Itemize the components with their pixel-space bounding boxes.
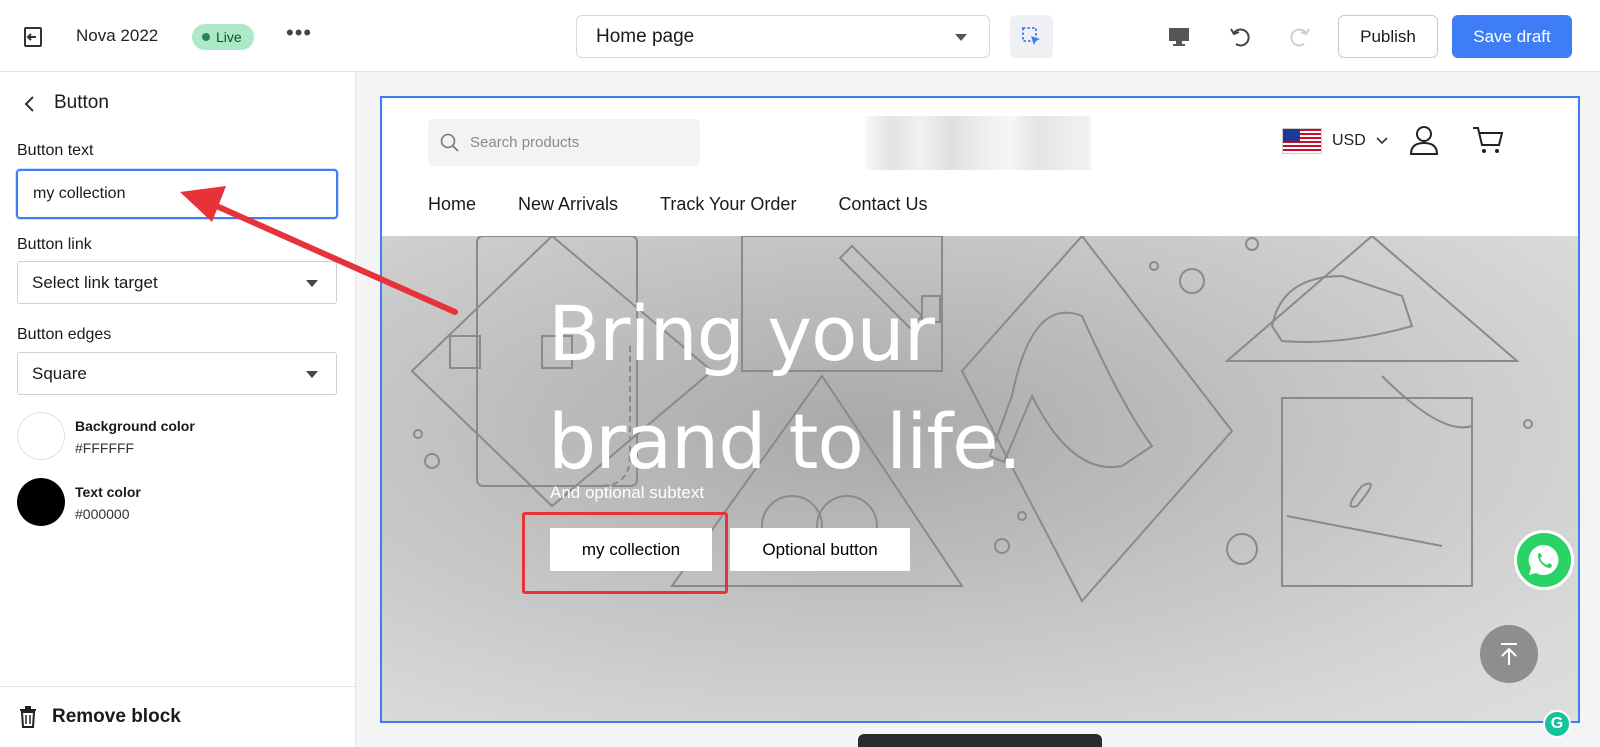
remove-block-button[interactable]: Remove block: [0, 686, 355, 747]
block-settings-sidebar: Button Button text Button link Select li…: [0, 72, 356, 747]
store-search-box[interactable]: Search products: [428, 119, 700, 166]
flag-icon: [1282, 128, 1322, 154]
currency-selector[interactable]: USD: [1282, 128, 1388, 154]
editor-topbar: Nova 2022 Live ••• Home page Publish Sav…: [0, 0, 1600, 72]
remove-block-label: Remove block: [52, 706, 181, 727]
status-dot: [202, 33, 210, 41]
theme-name: Nova 2022: [76, 26, 159, 45]
nav-track-order[interactable]: Track Your Order: [660, 194, 796, 215]
grammarly-icon[interactable]: G: [1543, 710, 1571, 738]
background-color-swatch[interactable]: [17, 412, 65, 460]
text-color-swatch[interactable]: [17, 478, 65, 526]
hero-subtext: And optional subtext: [550, 483, 705, 502]
button-text-input[interactable]: [16, 169, 338, 219]
exit-icon[interactable]: [20, 24, 46, 50]
button-link-select[interactable]: Select link target: [17, 261, 337, 304]
undo-icon[interactable]: [1226, 22, 1256, 52]
hero-headline-line1: Bring your: [548, 289, 935, 378]
redo-icon[interactable]: [1284, 22, 1314, 52]
button-text-label: Button text: [17, 142, 94, 159]
search-icon: [440, 133, 459, 152]
save-draft-button[interactable]: Save draft: [1452, 15, 1572, 58]
whatsapp-icon[interactable]: [1514, 530, 1574, 590]
store-logo[interactable]: [865, 116, 1091, 170]
bottom-toolbar-handle: [858, 734, 1102, 747]
arrow-up-icon[interactable]: [1480, 625, 1538, 683]
status-badge-label: Live: [216, 29, 242, 45]
button-edges-label: Button edges: [17, 326, 112, 343]
nav-contact-us[interactable]: Contact Us: [838, 194, 927, 215]
desktop-icon[interactable]: [1164, 22, 1194, 52]
status-badge: Live: [192, 24, 254, 50]
inspect-icon[interactable]: [1010, 15, 1053, 58]
publish-button[interactable]: Publish: [1338, 15, 1438, 58]
currency-label: USD: [1332, 132, 1366, 149]
annotation-highlight-box: [522, 512, 728, 594]
user-icon[interactable]: [1409, 124, 1439, 156]
cart-icon[interactable]: [1472, 125, 1504, 155]
hero-secondary-button[interactable]: Optional button: [730, 528, 910, 571]
chevron-down-icon: [306, 371, 318, 378]
hero-headline-line2: brand to life.: [548, 397, 1022, 486]
more-icon[interactable]: •••: [286, 22, 312, 48]
text-color-value: #000000: [75, 506, 130, 522]
chevron-down-icon: [955, 34, 967, 41]
background-color-name: Background color: [75, 418, 195, 434]
trash-icon: [20, 706, 36, 728]
store-preview: Search products USD Home New Arrivals Tr…: [380, 96, 1580, 723]
text-color-name: Text color: [75, 484, 141, 500]
store-search-placeholder: Search products: [470, 134, 580, 151]
chevron-down-icon: [306, 280, 318, 287]
store-nav: Home New Arrivals Track Your Order Conta…: [428, 194, 927, 215]
nav-home[interactable]: Home: [428, 194, 476, 215]
page-selector-value: Home page: [596, 25, 695, 47]
button-edges-value: Square: [32, 363, 87, 383]
background-color-value: #FFFFFF: [75, 440, 135, 456]
back-icon[interactable]: [20, 94, 40, 114]
nav-new-arrivals[interactable]: New Arrivals: [518, 194, 618, 215]
hero-banner[interactable]: Bring your brand to life. And optional s…: [382, 236, 1578, 721]
page-selector[interactable]: Home page: [576, 15, 990, 58]
hero-headline: Bring your brand to life.: [548, 280, 1022, 496]
button-edges-select[interactable]: Square: [17, 352, 337, 395]
button-link-label: Button link: [17, 236, 92, 253]
sidebar-title: Button: [54, 92, 109, 113]
chevron-down-icon: [1376, 137, 1388, 145]
button-link-value: Select link target: [32, 272, 158, 292]
